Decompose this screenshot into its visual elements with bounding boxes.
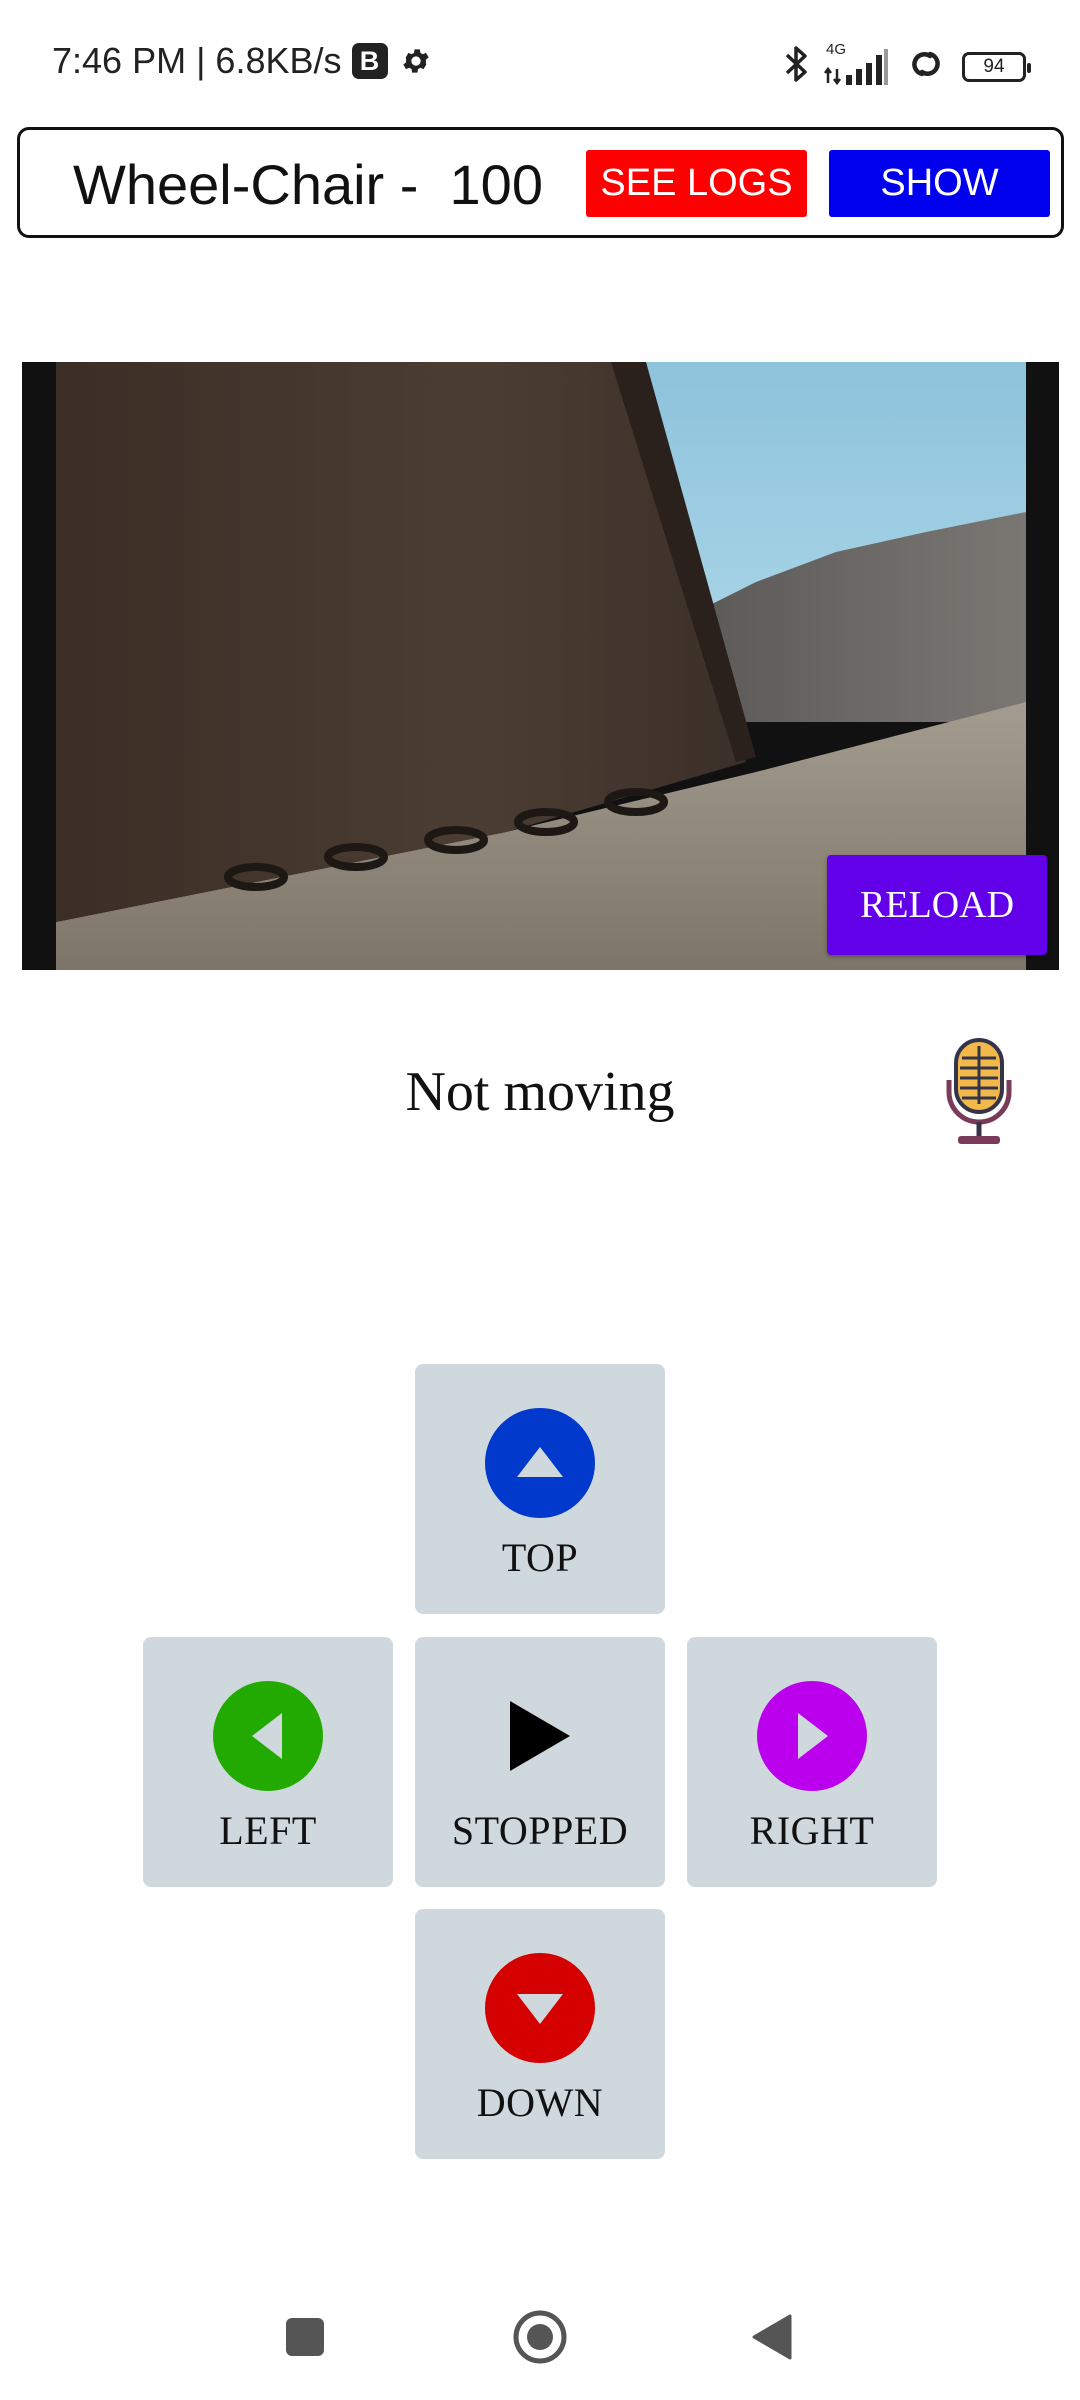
bluetooth-icon	[784, 44, 810, 89]
down-label: DOWN	[476, 2080, 604, 2125]
system-nav-bar	[0, 2290, 1080, 2400]
status-right: 4G 94	[784, 41, 1031, 89]
link-icon	[904, 46, 948, 87]
right-button[interactable]: RIGHT	[687, 1637, 937, 1887]
reload-button[interactable]: RELOAD	[827, 855, 1047, 955]
battery-icon: 94	[962, 51, 1031, 82]
home-icon[interactable]	[512, 2309, 568, 2365]
arrow-left-icon	[213, 1681, 323, 1791]
b-badge-icon: B	[351, 43, 388, 79]
status-time: 7:46 PM | 6.8KB/s	[52, 40, 342, 81]
right-label: RIGHT	[749, 1808, 875, 1853]
arrow-down-icon	[485, 1953, 595, 2063]
arrow-up-icon	[485, 1408, 595, 1518]
back-icon[interactable]	[752, 2314, 792, 2360]
down-button[interactable]: DOWN	[415, 1909, 665, 2159]
gear-icon	[400, 45, 432, 77]
see-logs-button[interactable]: SEE LOGS	[586, 150, 807, 217]
stop-button[interactable]: STOPPED	[415, 1637, 665, 1887]
show-button[interactable]: SHOW	[829, 150, 1050, 217]
movement-status: Not moving	[405, 1061, 675, 1123]
top-label: TOP	[501, 1535, 579, 1580]
app-title: Wheel-Chair - 100	[73, 153, 543, 216]
signal-icon: 4G	[824, 41, 890, 87]
recents-icon[interactable]	[286, 2318, 324, 2356]
arrow-right-icon	[757, 1681, 867, 1791]
status-bar: 7:46 PM | 6.8KB/s B 4G 94	[0, 0, 1080, 130]
header-bar: Wheel-Chair - 100 SEE LOGS SHOW	[17, 127, 1064, 238]
top-button[interactable]: TOP	[415, 1364, 665, 1614]
stop-label: STOPPED	[451, 1808, 629, 1853]
left-button[interactable]: LEFT	[143, 1637, 393, 1887]
left-label: LEFT	[219, 1808, 317, 1853]
status-left: 7:46 PM | 6.8KB/s B	[52, 40, 432, 82]
play-icon	[485, 1681, 595, 1791]
microphone-icon[interactable]	[944, 1036, 1014, 1146]
